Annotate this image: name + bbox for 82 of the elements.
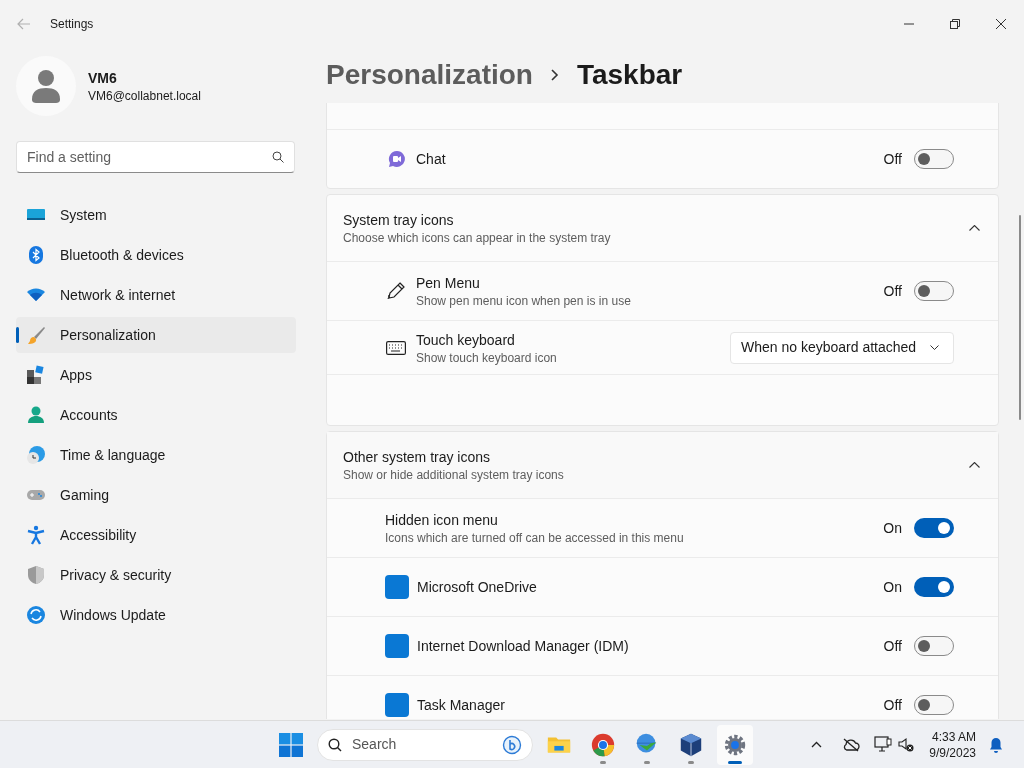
nav-item[interactable]: Time & language xyxy=(16,437,296,473)
start-icon[interactable] xyxy=(279,732,303,757)
scrollbar[interactable] xyxy=(1019,215,1021,420)
taskbar-app[interactable] xyxy=(717,724,753,765)
window-title: Settings xyxy=(50,16,94,33)
apps-icon xyxy=(26,365,46,385)
page-title: Taskbar xyxy=(576,58,683,92)
search-hint: Find a setting xyxy=(27,147,113,167)
taskbar-search-field[interactable]: Search xyxy=(317,728,533,761)
clock-date[interactable]: 9/9/2023 xyxy=(929,744,976,761)
shield-icon xyxy=(26,565,46,585)
setting-label: Hidden icon menu xyxy=(385,511,499,530)
browser-icon xyxy=(590,731,616,758)
toggle-switch[interactable] xyxy=(914,149,954,169)
section-title: Other system tray icons xyxy=(343,448,492,467)
cloud-off-icon[interactable] xyxy=(842,737,861,752)
nav-item[interactable]: Privacy & security xyxy=(16,557,296,593)
person-icon xyxy=(31,69,61,103)
app-icon xyxy=(385,575,409,599)
volume-muted-icon[interactable] xyxy=(898,737,915,752)
section-description: Choose which icons can appear in the system tray xyxy=(343,230,611,246)
selection-indicator xyxy=(16,327,19,343)
toggle-state: On xyxy=(883,577,902,597)
network-icon[interactable] xyxy=(874,736,893,753)
setting-label: Chat xyxy=(416,150,446,169)
search-icon[interactable] xyxy=(328,737,342,752)
chevron-down-icon xyxy=(930,345,939,350)
setting-label: Pen Menu xyxy=(416,274,481,293)
nav-item[interactable]: Apps xyxy=(16,357,296,393)
toggle-switch[interactable] xyxy=(914,518,954,538)
toggle-switch[interactable] xyxy=(914,577,954,597)
chat-icon xyxy=(388,150,406,168)
close-icon[interactable] xyxy=(996,19,1006,29)
nav-item[interactable]: Network & internet xyxy=(16,277,296,313)
section-header[interactable]: System tray icons Choose which icons can appear in the system tray xyxy=(327,195,998,261)
nav-item[interactable]: System xyxy=(16,197,296,233)
nav-item[interactable]: Gaming xyxy=(16,477,296,513)
nav-item[interactable]: Accessibility xyxy=(16,517,296,553)
chevron-up-icon[interactable] xyxy=(811,741,823,748)
nav-item[interactable]: Personalization xyxy=(16,317,296,353)
toggle-state: Off xyxy=(883,636,902,656)
nav-item[interactable]: Accounts xyxy=(16,397,296,433)
bell-icon[interactable] xyxy=(989,736,1003,753)
search-placeholder: Search xyxy=(352,735,398,754)
section-title: System tray icons xyxy=(343,211,455,230)
toggle-state: On xyxy=(883,518,902,538)
keyboard-icon xyxy=(386,340,406,355)
section-description: Show or hide additional system tray icons xyxy=(343,467,564,483)
setting-label: Internet Download Manager (IDM) xyxy=(417,637,629,656)
setting-label: Touch keyboard xyxy=(416,330,516,350)
person-icon xyxy=(26,405,46,425)
setting-label: Task Manager xyxy=(417,696,505,715)
app-icon xyxy=(385,693,409,717)
restore-icon[interactable] xyxy=(950,19,960,29)
setting-description: Icons which are turned off can be accessed in this menu xyxy=(385,530,684,546)
setting-label: Microsoft OneDrive xyxy=(417,578,537,597)
search-icon[interactable] xyxy=(272,151,284,163)
setting-description: Show touch keyboard icon xyxy=(416,349,557,366)
cube-icon xyxy=(678,731,704,758)
settings-search-field[interactable]: Find a setting xyxy=(16,141,295,173)
toggle-switch[interactable] xyxy=(914,281,954,301)
toggle-switch[interactable] xyxy=(914,695,954,715)
app-icon xyxy=(385,634,409,658)
setting-description: Show pen menu icon when pen is in use xyxy=(416,293,631,309)
globe-clock-icon xyxy=(26,445,46,465)
pen-icon xyxy=(386,281,406,301)
toggle-state: Off xyxy=(883,149,902,169)
nav-item[interactable]: Windows Update xyxy=(16,597,296,633)
paintbrush-icon xyxy=(26,325,46,345)
user-name: VM6 xyxy=(88,69,118,88)
accessibility-icon xyxy=(26,525,46,545)
clock-time[interactable]: 4:33 AM xyxy=(931,728,976,745)
sync-icon xyxy=(26,605,46,625)
nav-item[interactable]: Bluetooth & devices xyxy=(16,237,296,273)
dropdown[interactable]: When no keyboard attached xyxy=(730,331,954,364)
breadcrumb-link[interactable]: Personalization xyxy=(326,54,533,96)
chevron-right-icon xyxy=(550,69,559,81)
toggle-state: Off xyxy=(883,281,902,301)
user-email: VM6@collabnet.local xyxy=(88,88,201,104)
toggle-state: Off xyxy=(883,695,902,715)
bluetooth-icon xyxy=(26,245,46,265)
toggle-switch[interactable] xyxy=(914,636,954,656)
